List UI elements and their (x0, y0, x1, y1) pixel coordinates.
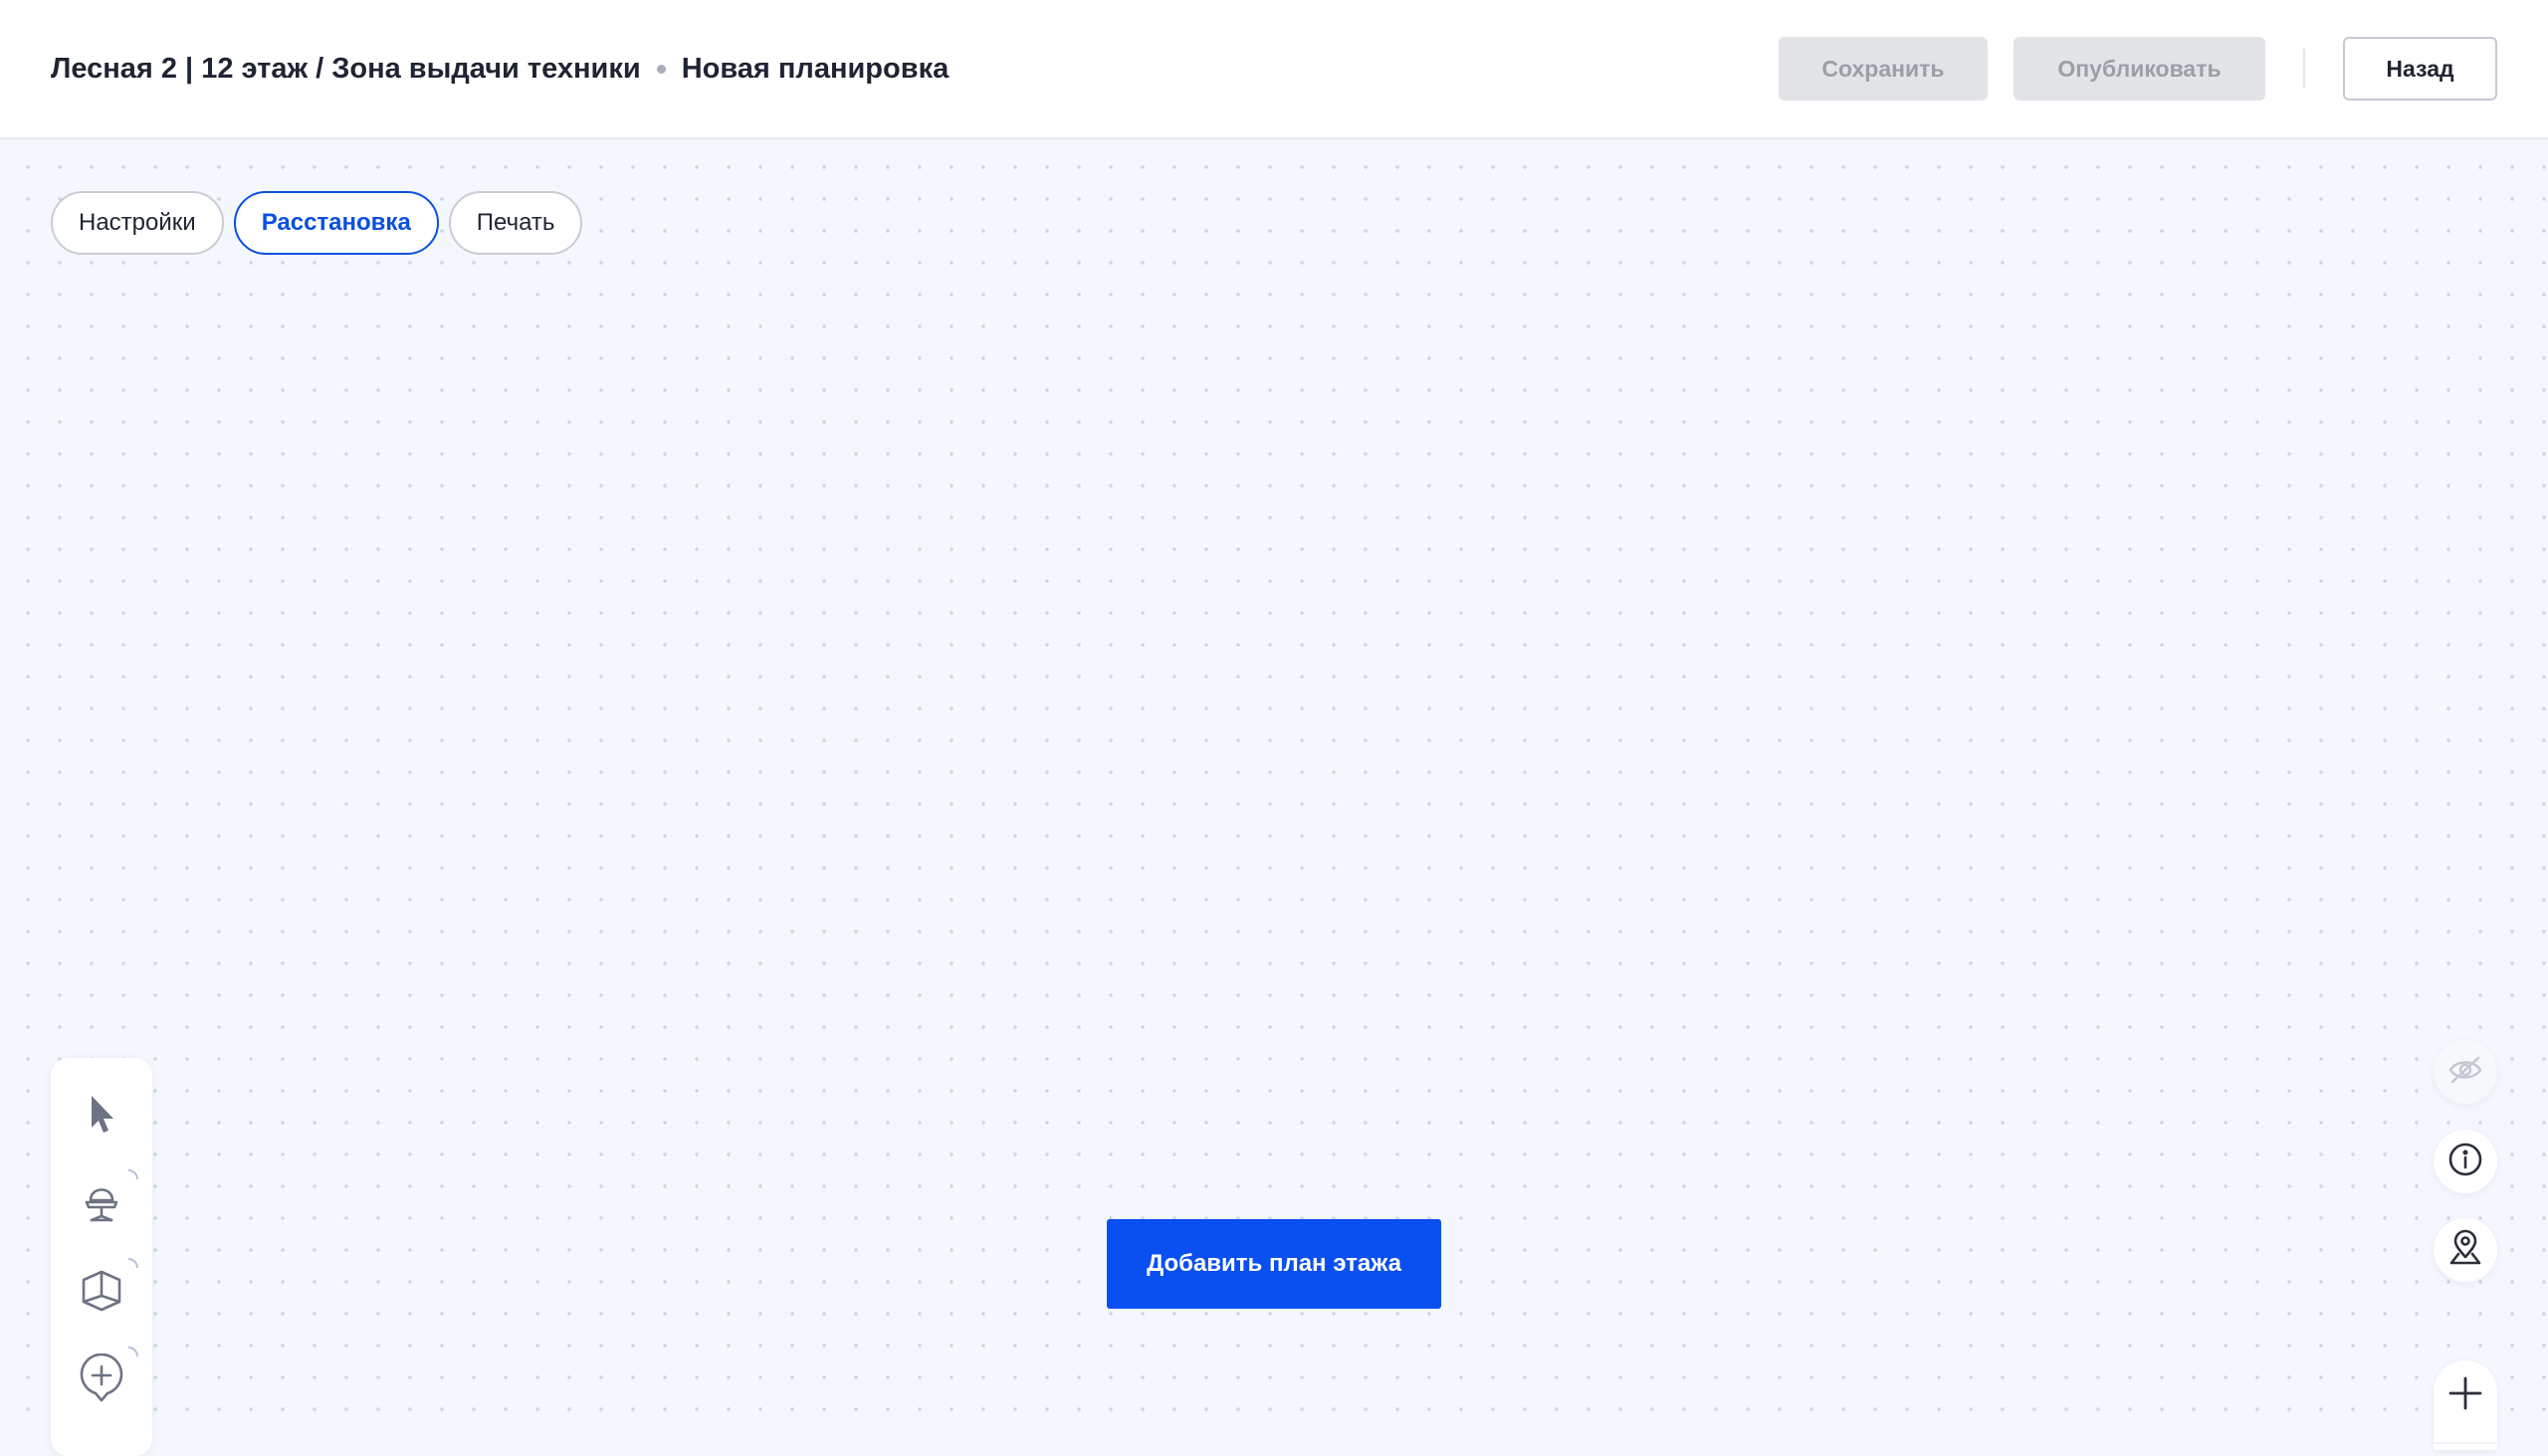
add-floor-plan-button[interactable]: Добавить план этажа (1107, 1219, 1441, 1309)
zoom-in-icon (2448, 1376, 2482, 1450)
separator-dot (656, 64, 666, 74)
tools-panel (51, 1058, 152, 1456)
locate-button[interactable] (2434, 1218, 2497, 1282)
back-button[interactable]: Назад (2343, 37, 2497, 101)
tab-settings[interactable]: Настройки (51, 191, 224, 255)
header-actions: Сохранить Опубликовать Назад (1779, 37, 2497, 101)
zoom-divider (2434, 1442, 2497, 1444)
seat-tool[interactable] (70, 1169, 138, 1236)
expand-corner-icon (127, 1169, 138, 1180)
add-marker-icon (78, 1352, 125, 1410)
mode-tabs: Настройки Расстановка Печать (51, 191, 583, 255)
expand-corner-icon (127, 1258, 138, 1269)
zoom-in-button[interactable] (2434, 1360, 2497, 1450)
save-button[interactable]: Сохранить (1779, 37, 1988, 101)
info-icon (2447, 1142, 2483, 1182)
room-tool[interactable] (70, 1258, 138, 1325)
tab-arrangement[interactable]: Расстановка (233, 191, 439, 255)
select-tool[interactable] (70, 1084, 133, 1147)
toggle-visibility-button[interactable] (2434, 1040, 2497, 1104)
breadcrumb-path[interactable]: Лесная 2 | 12 этаж / Зона выдачи техники (51, 53, 641, 86)
eye-off-icon (2447, 1055, 2483, 1090)
plan-title: Новая планировка (681, 52, 950, 85)
breadcrumb: Лесная 2 | 12 этаж / Зона выдачи техники… (51, 53, 949, 86)
add-point-tool[interactable] (70, 1347, 138, 1413)
location-pin-icon (2447, 1229, 2483, 1272)
info-button[interactable] (2434, 1130, 2497, 1193)
tab-print[interactable]: Печать (448, 191, 583, 255)
publish-button[interactable]: Опубликовать (2014, 37, 2265, 101)
expand-corner-icon (127, 1347, 138, 1357)
room-cube-icon (79, 1268, 124, 1319)
cursor-icon (82, 1092, 121, 1141)
divider (2303, 49, 2305, 89)
top-bar: Лесная 2 | 12 этаж / Зона выдачи техники… (0, 0, 2548, 139)
chair-icon (80, 1178, 123, 1231)
